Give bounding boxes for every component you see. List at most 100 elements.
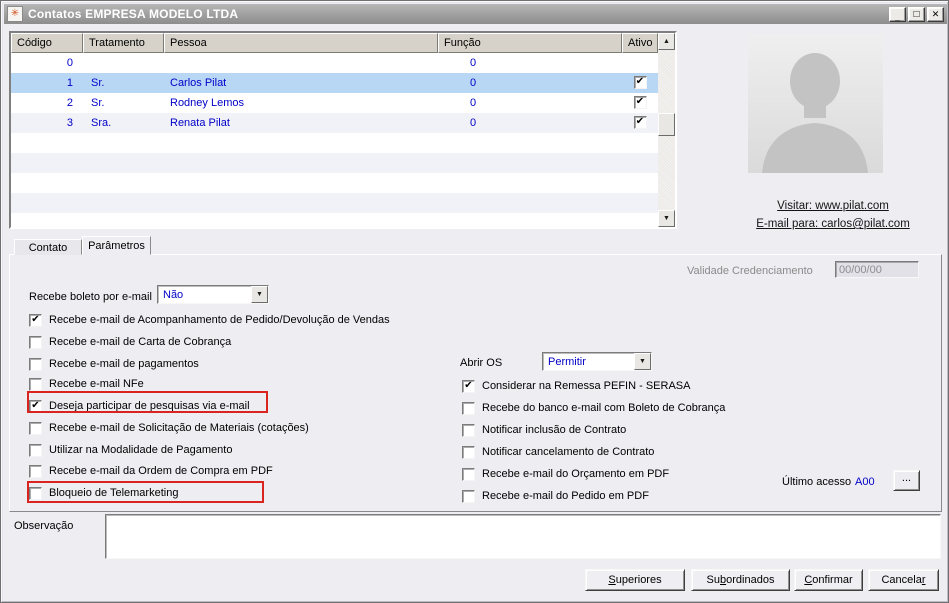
checkbox-box[interactable]: [29, 464, 42, 478]
person-silhouette-icon: [762, 53, 868, 173]
checkbox-box[interactable]: [462, 467, 475, 481]
checkbox-box[interactable]: [29, 335, 42, 349]
table-scrollbar[interactable]: ▲ ▼: [658, 33, 675, 227]
visit-link[interactable]: Visitar: www.pilat.com: [777, 200, 889, 212]
cell-codigo: 3: [66, 117, 73, 129]
cell-tratamento: [83, 53, 164, 73]
checkbox-recebe-e-mail-nfe[interactable]: Recebe e-mail NFe: [29, 377, 144, 391]
checkbox-box[interactable]: ✔: [633, 96, 647, 109]
cell-funcao: 0: [470, 97, 477, 109]
button-mnemonic: r: [921, 574, 926, 586]
checkbox-label: Recebe do banco e-mail com Boleto de Cob…: [482, 402, 726, 414]
cell-pessoa: [164, 133, 438, 153]
observacao-input[interactable]: [105, 514, 941, 559]
button-text: uperiores: [615, 574, 662, 586]
superiores-button[interactable]: Superiores: [585, 569, 685, 591]
checkbox-box[interactable]: [462, 401, 475, 415]
column-header-pessoa[interactable]: Pessoa: [164, 33, 438, 53]
cell-tratamento: Sra.: [91, 117, 112, 129]
checkbox-box[interactable]: [462, 445, 475, 459]
abrir-os-select[interactable]: Permitir ▼: [542, 352, 652, 371]
ultimo-acesso-label: Último acesso: [782, 476, 852, 488]
checkbox-recebe-e-mail-de-acompanhamento-de-pedido-devolu[interactable]: ✔ Recebe e-mail de Acompanhamento de Pedi…: [29, 313, 390, 327]
checkbox-box[interactable]: ✔: [633, 116, 647, 129]
ultimo-acesso-browse-button[interactable]: ...: [893, 470, 920, 491]
checkbox-recebe-do-banco-e-mail-com-boleto-de-cobranca[interactable]: Recebe do banco e-mail com Boleto de Cob…: [462, 401, 725, 415]
titlebar[interactable]: ✳ Contatos EMPRESA MODELO LTDA _ □ ✕: [4, 4, 947, 24]
checkbox-box[interactable]: ✔: [462, 379, 475, 393]
close-button[interactable]: ✕: [927, 6, 944, 22]
contacts-dialog: ✳ Contatos EMPRESA MODELO LTDA _ □ ✕ Cód…: [0, 0, 949, 603]
tab-contato[interactable]: Contato: [14, 239, 82, 255]
checkbox-box[interactable]: [462, 423, 475, 437]
cell-codigo: [11, 213, 83, 227]
validade-credenciamento-field: 00/00/00: [835, 261, 919, 278]
dropdown-arrow-icon[interactable]: ▼: [634, 353, 651, 370]
column-header-tratamento[interactable]: Tratamento: [83, 33, 164, 53]
cell-tratamento: [83, 153, 164, 173]
scroll-down-icon[interactable]: ▼: [658, 210, 675, 227]
tab-parametros[interactable]: Parâmetros: [82, 236, 151, 255]
cell-codigo: [11, 193, 83, 213]
cell-codigo: 2: [66, 97, 73, 109]
maximize-icon: □: [913, 8, 920, 20]
column-header-codigo[interactable]: Código: [11, 33, 83, 53]
cell-funcao: [438, 213, 622, 227]
checkbox-recebe-e-mail-do-orcamento-em-pdf[interactable]: Recebe e-mail do Orçamento em PDF: [462, 467, 669, 481]
cell-ativo: ✔: [622, 113, 658, 133]
subordinados-button[interactable]: Subordinados: [691, 569, 790, 591]
cell-ativo: [622, 173, 658, 193]
contact-photo: [748, 34, 883, 173]
checkbox-box[interactable]: ✔: [633, 76, 647, 89]
checkbox-recebe-e-mail-da-ordem-de-compra-em-pdf[interactable]: Recebe e-mail da Ordem de Compra em PDF: [29, 464, 273, 478]
recebe-boleto-value: Não: [163, 288, 184, 301]
cell-funcao: 0: [470, 77, 477, 89]
maximize-button[interactable]: □: [908, 6, 925, 22]
cell-pessoa: Carlos Pilat: [170, 77, 227, 89]
checkbox-box[interactable]: ✔: [29, 399, 42, 413]
column-header-ativo[interactable]: Ativo: [622, 33, 658, 53]
checkbox-notificar-inclusao-de-contrato[interactable]: Notificar inclusão de Contrato: [462, 423, 626, 437]
minimize-button[interactable]: _: [889, 6, 906, 22]
cell-codigo: 0: [66, 57, 73, 69]
column-header-funcao[interactable]: Função: [438, 33, 622, 53]
cancelar-button[interactable]: Cancelar: [868, 569, 939, 591]
scrollbar-track[interactable]: [658, 50, 675, 210]
checkbox-box[interactable]: [29, 357, 42, 371]
dropdown-arrow-icon[interactable]: ▼: [251, 286, 268, 303]
checkbox-recebe-e-mail-de-pagamentos[interactable]: Recebe e-mail de pagamentos: [29, 357, 199, 371]
checkbox-box[interactable]: ✔: [29, 313, 42, 327]
checkbox-label: Bloqueio de Telemarketing: [49, 487, 179, 499]
table-row-empty: [11, 173, 658, 193]
table-row-codigo-0[interactable]: 00: [11, 53, 658, 73]
cell-codigo: [11, 153, 83, 173]
recebe-boleto-select[interactable]: Não ▼: [157, 285, 269, 304]
checkbox-box[interactable]: [29, 443, 42, 457]
checkbox-recebe-e-mail-do-pedido-em-pdf[interactable]: Recebe e-mail do Pedido em PDF: [462, 489, 649, 503]
cell-pessoa: [164, 193, 438, 213]
checkbox-utilizar-na-modalidade-de-pagamento[interactable]: Utilizar na Modalidade de Pagamento: [29, 443, 232, 457]
email-link[interactable]: E-mail para: carlos@pilat.com: [756, 218, 910, 230]
checkbox-notificar-cancelamento-de-contrato[interactable]: Notificar cancelamento de Contrato: [462, 445, 654, 459]
table-row-renata-pilat[interactable]: 3 Sra. Renata Pilat 0 ✔: [11, 113, 658, 133]
checkbox-box[interactable]: [29, 486, 42, 500]
checkbox-bloqueio-de-telemarketing[interactable]: Bloqueio de Telemarketing: [29, 486, 178, 500]
checkbox-box[interactable]: [462, 489, 475, 503]
checkbox-recebe-e-mail-de-solicitacao-de-materiais-cotaco[interactable]: Recebe e-mail de Solicitação de Materiai…: [29, 421, 309, 435]
cell-pessoa: [164, 153, 438, 173]
checkbox-label: Recebe e-mail NFe: [49, 378, 144, 390]
table-header: Código Tratamento Pessoa Função Ativo: [11, 33, 675, 53]
checkbox-label: Recebe e-mail de Carta de Cobrança: [49, 336, 232, 348]
checkbox-considerar-na-remessa-pefin-serasa[interactable]: ✔ Considerar na Remessa PEFIN - SERASA: [462, 379, 690, 393]
confirmar-button[interactable]: Confirmar: [794, 569, 863, 591]
checkbox-recebe-e-mail-de-carta-de-cobranca[interactable]: Recebe e-mail de Carta de Cobrança: [29, 335, 231, 349]
table-row-carlos-pilat[interactable]: 1 Sr. Carlos Pilat 0 ✔: [11, 73, 658, 93]
scroll-up-icon[interactable]: ▲: [658, 33, 675, 50]
checkbox-deseja-participar-de-pesquisas-via-e-mail[interactable]: ✔ Deseja participar de pesquisas via e-ma…: [29, 399, 250, 413]
scrollbar-thumb[interactable]: [658, 113, 675, 136]
button-text: Cancela: [881, 574, 922, 586]
table-row-rodney-lemos[interactable]: 2 Sr. Rodney Lemos 0 ✔: [11, 93, 658, 113]
checkbox-box[interactable]: [29, 377, 42, 391]
checkbox-box[interactable]: [29, 421, 42, 435]
cell-tratamento: [83, 133, 164, 153]
